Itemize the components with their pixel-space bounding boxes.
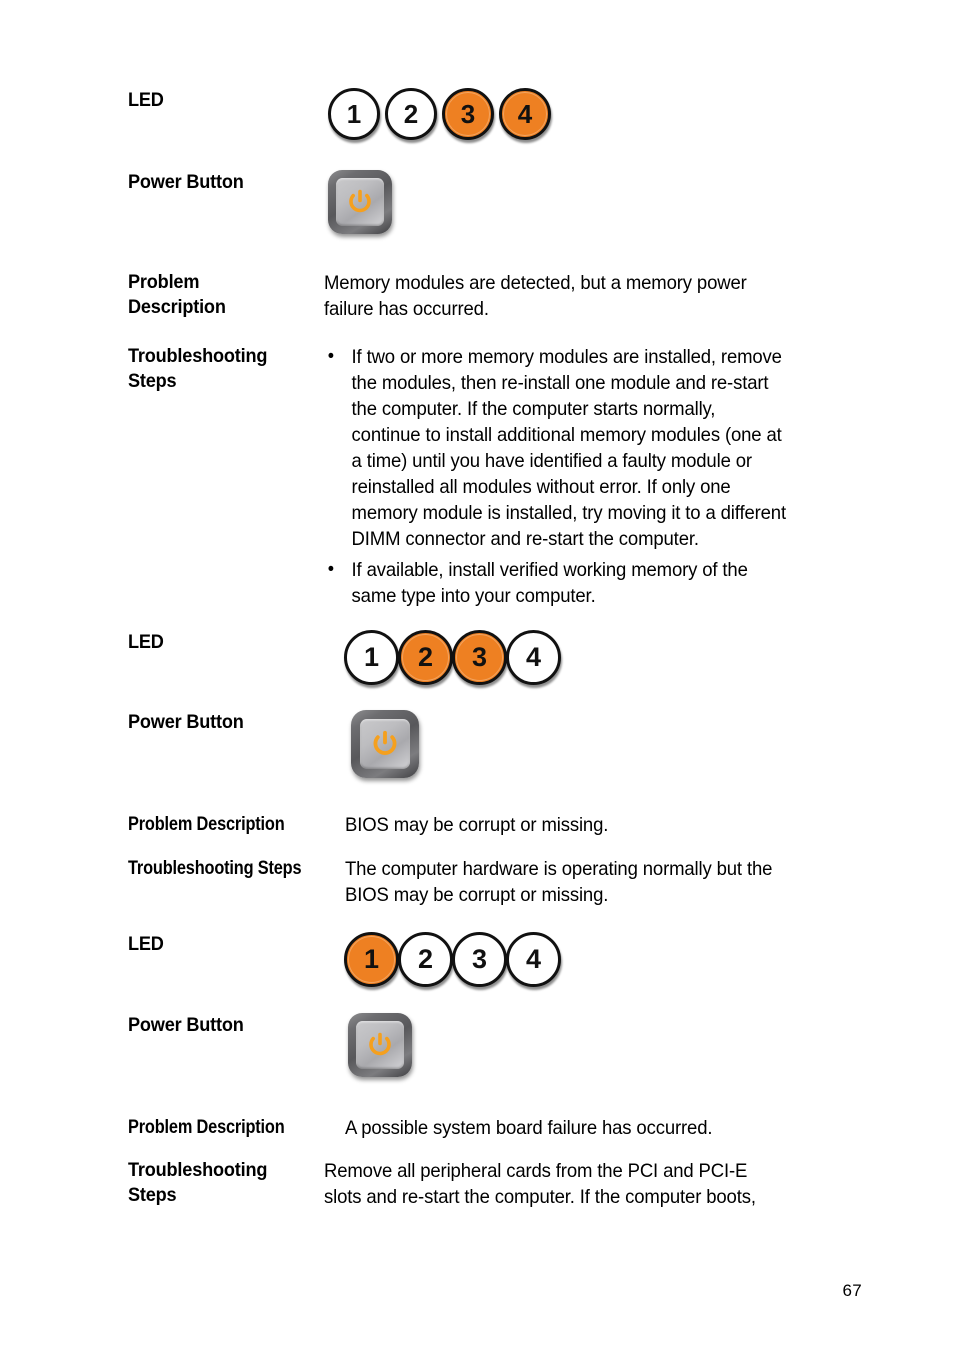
- power-glyph: [369, 1032, 391, 1056]
- section-2-led-group: 1 2 3 4: [344, 630, 561, 685]
- problem-description-text: A possible system board failure has occu…: [345, 1117, 713, 1139]
- bullet-icon: •: [327, 559, 334, 580]
- bullet-text: If two or more memory modules are instal…: [351, 346, 787, 550]
- led-2: 2: [385, 88, 437, 140]
- troubleshooting-steps-label: Troubleshooting Steps: [128, 345, 268, 392]
- section-1-troubleshooting-row: Troubleshooting Steps • If two or more m…: [128, 344, 888, 609]
- led-3: 3: [452, 932, 507, 987]
- section-1-led-group: 1 2 3 4: [328, 88, 551, 140]
- troubleshooting-steps-text: Remove all peripheral cards from the PCI…: [324, 1160, 756, 1208]
- problem-description-label: Problem Description: [128, 814, 285, 835]
- led-2-number: 2: [403, 98, 419, 129]
- led-1-number: 1: [363, 944, 380, 974]
- section-1-problem-text-wrap: Memory modules are detected, but a memor…: [324, 270, 860, 322]
- power-button-label: Power Button: [128, 1014, 244, 1036]
- section-3-led-row: LED 1 2 3 4: [128, 932, 888, 987]
- led-2-number: 2: [417, 642, 434, 672]
- power-symbol-icon: [328, 170, 392, 234]
- section-1-power-button-row: Power Button: [128, 170, 888, 234]
- led-2: 2: [398, 932, 453, 987]
- led-2-number: 2: [417, 944, 434, 974]
- led-4: 4: [506, 932, 561, 987]
- troubleshooting-steps-text: The computer hardware is operating norma…: [345, 858, 773, 906]
- led-1: 1: [344, 932, 399, 987]
- problem-description-text: BIOS may be corrupt or missing.: [345, 814, 609, 836]
- problem-description-text: Memory modules are detected, but a memor…: [324, 272, 747, 320]
- led-1: 1: [344, 630, 399, 685]
- power-button-label: Power Button: [128, 711, 244, 733]
- led-1-number: 1: [363, 642, 380, 672]
- list-item: • If available, install verified working…: [324, 557, 860, 609]
- document-page: LED 1 2 3 4 Power Button Problem Descrip…: [0, 0, 954, 1366]
- power-symbol-icon: [348, 1013, 412, 1077]
- section-2-problem-text-wrap: BIOS may be corrupt or missing.: [345, 812, 861, 838]
- page-number: 67: [842, 1281, 862, 1300]
- led-3-number: 3: [471, 642, 488, 672]
- section-2-troubleshooting-wrap: The computer hardware is operating norma…: [345, 856, 861, 908]
- led-4-number: 4: [525, 944, 542, 974]
- troubleshooting-steps-label: Troubleshooting Steps: [128, 1159, 268, 1206]
- section-1-power-button-wrap: [328, 170, 392, 234]
- section-3-problem-row: Problem Description A possible system bo…: [128, 1115, 888, 1141]
- power-glyph: [349, 189, 371, 213]
- led-4: 4: [499, 88, 551, 140]
- led-3-number: 3: [460, 98, 476, 129]
- list-item: • If two or more memory modules are inst…: [324, 344, 860, 552]
- led-1: 1: [328, 88, 380, 140]
- troubleshooting-steps-label: Troubleshooting Steps: [128, 858, 302, 879]
- problem-description-label: Problem Description: [128, 271, 226, 318]
- section-2-problem-row: Problem Description BIOS may be corrupt …: [128, 812, 888, 838]
- section-3-led-group: 1 2 3 4: [344, 932, 561, 987]
- section-3-power-button-wrap: [348, 1013, 412, 1077]
- led-3: 3: [442, 88, 494, 140]
- section-2-led-row: LED 1 2 3 4: [128, 630, 888, 685]
- section-2-troubleshooting-row: Troubleshooting Steps The computer hardw…: [128, 856, 888, 908]
- led-3-number: 3: [471, 944, 488, 974]
- section-3-troubleshooting-row: Troubleshooting Steps Remove all periphe…: [128, 1158, 888, 1210]
- section-1-led-row: LED 1 2 3 4: [128, 88, 888, 140]
- led-4: 4: [506, 630, 561, 685]
- led-label: LED: [128, 933, 164, 955]
- bullet-icon: •: [327, 346, 334, 367]
- section-1-problem-row: Problem Description Memory modules are d…: [128, 270, 888, 322]
- led-label: LED: [128, 89, 164, 111]
- led-3: 3: [452, 630, 507, 685]
- led-label: LED: [128, 631, 164, 653]
- section-3-power-button-row: Power Button: [128, 1013, 888, 1077]
- problem-description-label: Problem Description: [128, 1117, 285, 1138]
- troubleshooting-bullet-list: • If two or more memory modules are inst…: [324, 344, 860, 609]
- led-4-number: 4: [525, 642, 542, 672]
- led-2: 2: [398, 630, 453, 685]
- power-symbol-icon: [351, 710, 419, 778]
- bullet-text: If available, install verified working m…: [351, 559, 748, 607]
- section-2-power-button-wrap: [351, 710, 419, 778]
- power-glyph: [373, 730, 397, 755]
- section-3-problem-text-wrap: A possible system board failure has occu…: [345, 1115, 861, 1141]
- section-2-power-button-row: Power Button: [128, 710, 888, 778]
- led-1-number: 1: [346, 98, 362, 129]
- section-3-troubleshooting-wrap: Remove all peripheral cards from the PCI…: [324, 1158, 860, 1210]
- led-4-number: 4: [517, 98, 533, 129]
- section-1-troubleshooting-wrap: • If two or more memory modules are inst…: [324, 344, 860, 609]
- power-button-label: Power Button: [128, 171, 244, 193]
